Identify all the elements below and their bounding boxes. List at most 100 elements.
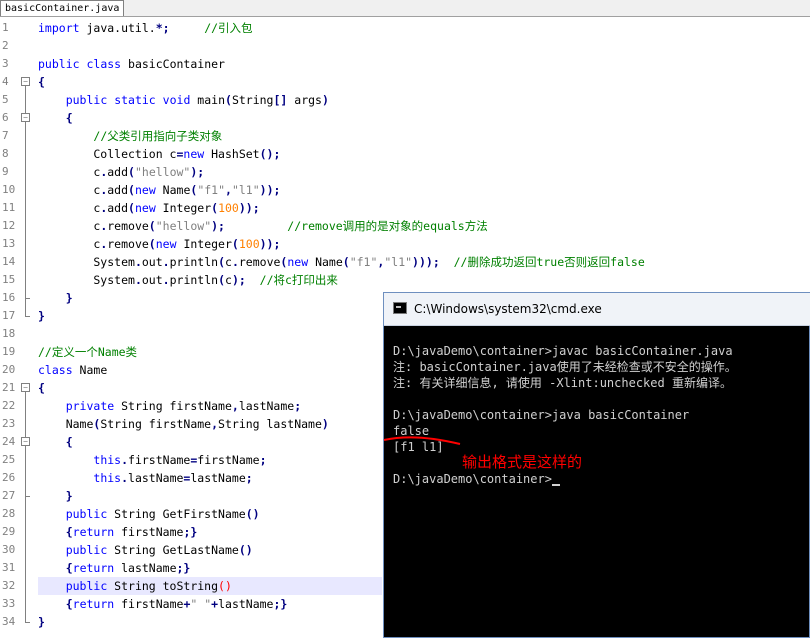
code-token: )); [259,237,281,251]
line-number: 16 [2,291,16,304]
code-token: public [65,579,108,593]
code-token: "hellow" [155,219,212,233]
code-token: *; [155,21,170,35]
code-token: firstName [197,453,260,467]
code-token: ) [321,417,329,431]
fold-range-line [25,446,26,496]
fold-toggle-icon[interactable]: − [21,113,30,122]
fold-toggle-icon[interactable]: − [21,77,30,86]
code-token: ( [225,93,232,107]
console-line: D:\javaDemo\container> [393,471,560,487]
cursor-caret [551,484,560,486]
code-line[interactable]: 15 System.out.println(c); //将c打印出来 [0,271,810,289]
code-line[interactable]: 10 c.add(new Name("f1","l1")); [0,181,810,199]
console-line: 注: 有关详细信息, 请使用 -Xlint:unchecked 重新编译。 [393,375,732,391]
code-token: return [72,561,115,575]
line-number: 7 [2,129,9,142]
line-number: 28 [2,507,16,520]
line-number: 18 [2,327,16,340]
console-text: D:\javaDemo\container>java basicContaine… [393,408,690,422]
fold-toggle-icon[interactable]: − [21,383,30,392]
code-text: {return lastName;} [38,559,191,577]
cmd-title: C:\Windows\system32\cmd.exe [414,302,602,316]
line-number: 12 [2,219,16,232]
console-text: 注: 有关详细信息, 请使用 -Xlint:unchecked 重新编译。 [393,376,732,390]
code-text: { [38,379,45,397]
code-line[interactable]: 1 import java.util.*; //引入包 [0,19,810,37]
code-token: c [38,183,101,197]
code-token: ( [231,237,239,251]
tab-bar: basicContainer.java [0,0,810,17]
code-line[interactable]: 4{ [0,73,810,91]
code-line[interactable]: 9 c.add("hellow"); [0,163,810,181]
code-text: { [38,433,73,451]
code-token: " " [190,597,212,611]
code-token: private [65,399,115,413]
code-token: firstName [114,597,184,611]
code-token: ;} [183,525,198,539]
code-line[interactable]: 14 System.out.println(c.remove(new Name(… [0,253,810,271]
code-line[interactable]: 8 Collection c=new HashSet(); [0,145,810,163]
line-number: 29 [2,525,16,538]
code-token: [] [273,93,288,107]
code-token: } [65,291,73,305]
code-token: () [218,579,232,593]
line-number: 34 [2,615,16,628]
code-line[interactable]: 5 public static void main(String[] args) [0,91,810,109]
annotation-text: 输出格式是这样的 [462,453,583,471]
code-token: add [107,183,129,197]
code-text: System.out.println(c); //将c打印出来 [38,271,338,289]
line-number: 2 [2,39,9,52]
code-text: class Name [38,361,107,379]
code-token: remove [107,219,149,233]
code-token: . [162,273,170,287]
line-number: 13 [2,237,16,250]
code-line[interactable]: 32 public String toString() [2,577,382,595]
cmd-window[interactable]: C:\Windows\system32\cmd.exe D:\javaDemo\… [383,292,810,638]
cmd-output[interactable]: D:\javaDemo\container>javac basicContain… [384,326,810,639]
code-text: c.add("hellow"); [38,163,204,181]
code-token: ;} [176,561,191,575]
code-token: Name [38,417,94,431]
cmd-title-bar[interactable]: C:\Windows\system32\cmd.exe [384,293,810,326]
fold-toggle-icon[interactable]: − [21,437,30,446]
code-line[interactable]: 3 public class basicContainer [0,55,810,73]
code-token: lastName [238,399,295,413]
code-text: public class basicContainer [38,55,225,73]
line-number: 19 [2,345,16,358]
code-token: ); [231,273,246,287]
code-text: c.remove(new Integer(100)); [38,235,280,253]
code-token: "f1" [197,183,226,197]
code-token: "l1" [384,255,413,269]
code-token: )); [259,183,281,197]
code-line[interactable]: 7 //父类引用指向子类对象 [0,127,810,145]
code-token: void [162,93,191,107]
code-line[interactable]: 11 c.add(new Integer(100)); [0,199,810,217]
code-text: c.add(new Integer(100)); [38,199,259,217]
tab-basiccontainer-java[interactable]: basicContainer.java [0,0,125,16]
code-token: return [72,597,115,611]
code-token: new [287,255,309,269]
code-line[interactable]: 2 [0,37,810,55]
line-number: 33 [2,597,16,610]
code-token: 100 [218,201,239,215]
code-token: //将c打印出来 [259,273,338,287]
code-line[interactable]: 6 { [0,109,810,127]
code-token: ); [211,219,225,233]
code-token: ) [321,93,329,107]
code-token: System [38,255,135,269]
code-line[interactable]: 12 c.remove("hellow"); //remove调用的是对象的eq… [0,217,810,235]
fold-end-mark [25,622,30,623]
code-token: c [225,273,232,287]
code-text: this.lastName=lastName; [38,469,252,487]
code-token: new [183,147,205,161]
code-token: ); [190,165,205,179]
line-number: 31 [2,561,16,574]
line-number: 15 [2,273,16,286]
code-line[interactable]: 13 c.remove(new Integer(100)); [0,235,810,253]
